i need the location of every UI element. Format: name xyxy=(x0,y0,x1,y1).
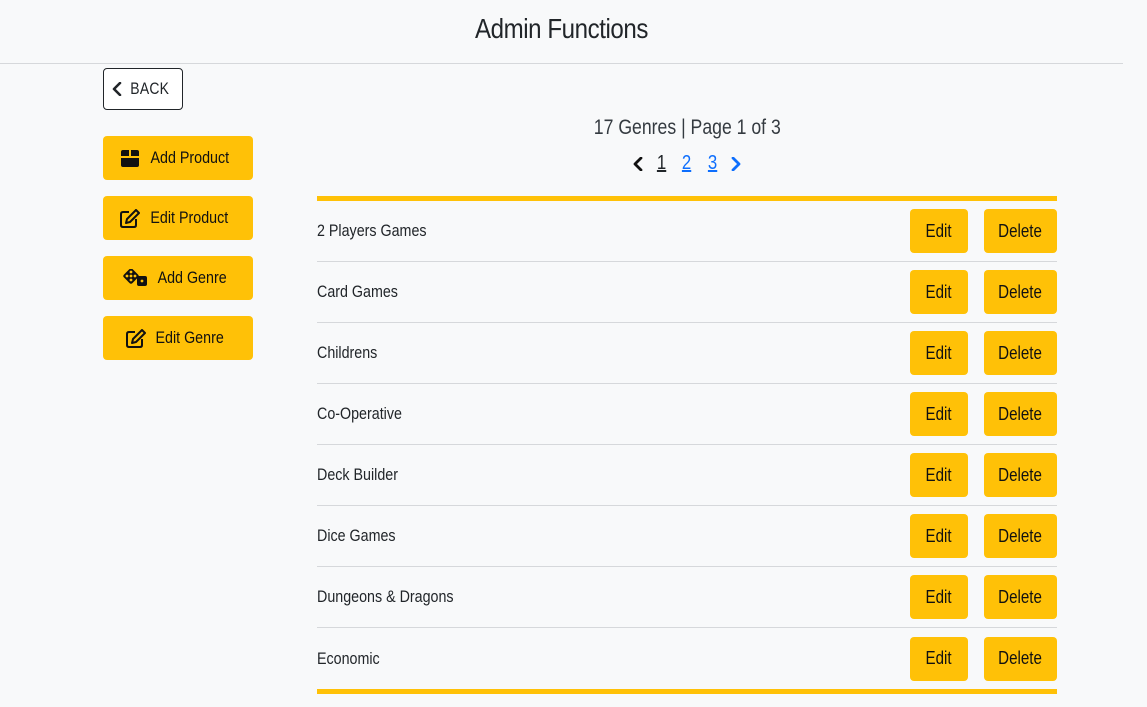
pagination: 1 2 3 xyxy=(317,152,1057,175)
table-row: 2 Players Games Edit Delete xyxy=(317,201,1057,262)
page-link-1[interactable]: 1 xyxy=(657,152,666,175)
add-genre-label: Add Genre xyxy=(157,268,228,287)
edit-button[interactable]: Edit xyxy=(910,209,968,253)
edit-button[interactable]: Edit xyxy=(910,636,968,681)
genre-name: Co-Operative xyxy=(317,404,402,423)
back-button-label: BACK xyxy=(130,79,170,98)
edit-icon xyxy=(125,328,146,348)
edit-button[interactable]: Edit xyxy=(910,331,968,375)
table-row: Dice Games Edit Delete xyxy=(317,506,1057,567)
box-icon xyxy=(120,149,139,167)
delete-button[interactable]: Delete xyxy=(984,453,1057,497)
chevron-left-icon xyxy=(112,82,122,96)
edit-button[interactable]: Edit xyxy=(910,392,968,436)
genre-table: 2 Players Games Edit Delete Card Games E… xyxy=(317,196,1057,694)
chevron-right-icon xyxy=(731,156,741,171)
delete-button[interactable]: Delete xyxy=(984,392,1057,436)
back-button[interactable]: BACK xyxy=(103,68,183,110)
results-summary-text: 17 Genres | Page 1 of 3 xyxy=(593,116,781,139)
delete-button[interactable]: Delete xyxy=(984,209,1057,253)
edit-genre-button[interactable]: Edit Genre xyxy=(103,316,253,360)
edit-button[interactable]: Edit xyxy=(910,514,968,558)
next-page-button[interactable] xyxy=(731,156,741,171)
genre-name: Deck Builder xyxy=(317,465,398,484)
edit-button[interactable]: Edit xyxy=(910,453,968,497)
delete-button[interactable]: Delete xyxy=(984,270,1057,314)
delete-button[interactable]: Delete xyxy=(984,575,1057,619)
delete-button[interactable]: Delete xyxy=(984,636,1057,681)
delete-button[interactable]: Delete xyxy=(984,514,1057,558)
table-row: Economic Edit Delete xyxy=(317,628,1057,689)
results-summary: 17 Genres | Page 1 of 3 xyxy=(317,116,1057,140)
add-product-label: Add Product xyxy=(150,148,229,167)
genre-name: 2 Players Games xyxy=(317,221,427,240)
page-link-2[interactable]: 2 xyxy=(682,152,691,175)
genre-name: Card Games xyxy=(317,282,398,301)
page-title: Admin Functions xyxy=(475,13,648,44)
table-row: Deck Builder Edit Delete xyxy=(317,445,1057,506)
page-link-3[interactable]: 3 xyxy=(707,152,716,175)
edit-product-button[interactable]: Edit Product xyxy=(103,196,253,240)
dice-icon xyxy=(123,269,148,286)
edit-button[interactable]: Edit xyxy=(910,575,968,619)
edit-icon xyxy=(120,208,141,228)
table-row: Co-Operative Edit Delete xyxy=(317,384,1057,445)
table-row: Dungeons & Dragons Edit Delete xyxy=(317,567,1057,628)
delete-button[interactable]: Delete xyxy=(984,331,1057,375)
edit-button[interactable]: Edit xyxy=(910,270,968,314)
page-header: Admin Functions xyxy=(0,0,1123,64)
genre-name: Dungeons & Dragons xyxy=(317,587,454,606)
edit-product-label: Edit Product xyxy=(150,208,229,227)
previous-page-button[interactable] xyxy=(633,156,643,171)
genre-name: Economic xyxy=(317,648,380,668)
table-row: Childrens Edit Delete xyxy=(317,323,1057,384)
genre-name: Childrens xyxy=(317,343,378,362)
table-row: Card Games Edit Delete xyxy=(317,262,1057,323)
add-product-button[interactable]: Add Product xyxy=(103,136,253,180)
genre-name: Dice Games xyxy=(317,526,396,545)
add-genre-button[interactable]: Add Genre xyxy=(103,256,253,300)
edit-genre-label: Edit Genre xyxy=(155,328,224,347)
chevron-left-icon xyxy=(633,156,643,171)
